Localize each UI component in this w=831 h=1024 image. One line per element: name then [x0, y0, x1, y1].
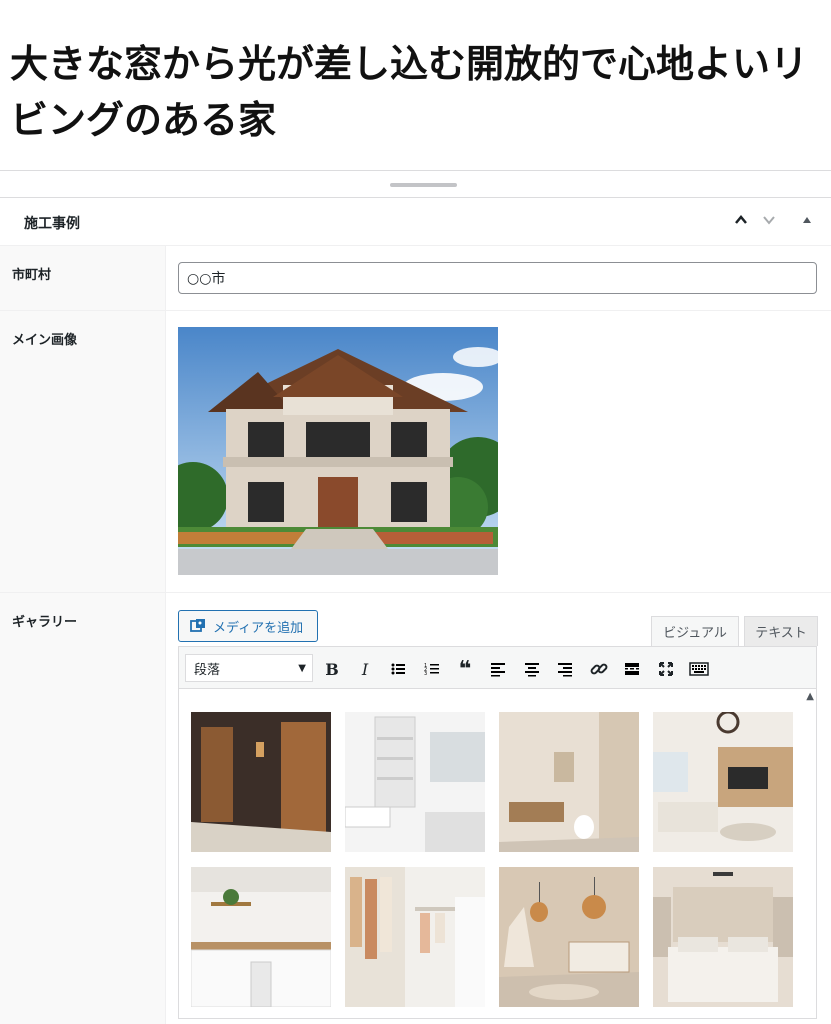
- add-media-button[interactable]: メディアを追加: [178, 610, 318, 642]
- field-label-main-image: メイン画像: [0, 311, 166, 592]
- italic-button[interactable]: I: [352, 656, 378, 682]
- tab-visual[interactable]: ビジュアル: [651, 616, 739, 646]
- bullet-list-icon: [391, 663, 405, 675]
- editor-resize-bar[interactable]: [0, 171, 831, 198]
- align-right-button[interactable]: [552, 656, 578, 682]
- scroll-up-icon[interactable]: ▲: [806, 691, 814, 702]
- keyboard-icon: [689, 662, 709, 676]
- triangle-up-icon: [803, 217, 811, 223]
- svg-text:3: 3: [424, 671, 427, 677]
- align-center-icon: [525, 663, 539, 677]
- gallery-image-closet[interactable]: [345, 867, 485, 1007]
- field-label-gallery: ギャラリー: [0, 593, 166, 1024]
- resize-handle[interactable]: [390, 183, 457, 187]
- field-label-city: 市町村: [0, 246, 166, 310]
- main-image[interactable]: [178, 327, 498, 575]
- chevron-up-icon: [735, 215, 747, 224]
- move-down-button[interactable]: [757, 208, 781, 232]
- city-input[interactable]: [178, 262, 817, 294]
- fullscreen-button[interactable]: [653, 656, 679, 682]
- format-select-value: 段落: [194, 662, 221, 678]
- metabox-header: 施工事例: [0, 198, 831, 245]
- gallery-image-toilet-room[interactable]: [499, 712, 639, 852]
- bullet-list-button[interactable]: [385, 656, 411, 682]
- format-select[interactable]: 段落 ▼: [185, 654, 313, 682]
- chevron-down-icon: [763, 216, 775, 225]
- read-more-icon: [625, 663, 639, 675]
- editor-toolbar: 段落 ▼ B I 123 ❝: [178, 646, 817, 689]
- tab-text[interactable]: テキスト: [744, 616, 818, 646]
- gallery-image-hallway[interactable]: [191, 712, 331, 852]
- editor-content-area[interactable]: ▲: [178, 689, 817, 1019]
- toolbar-toggle-button[interactable]: [686, 656, 712, 682]
- field-row-gallery: ギャラリー メディアを追加 ビジュアル テキスト 段落 ▼ B I 123 ❝: [0, 592, 831, 1024]
- link-button[interactable]: [586, 656, 612, 682]
- gallery-image-bedroom[interactable]: [653, 867, 793, 1007]
- media-icon: [190, 619, 205, 632]
- numbered-list-button[interactable]: 123: [419, 656, 445, 682]
- read-more-button[interactable]: [619, 656, 645, 682]
- align-right-icon: [558, 663, 572, 677]
- align-center-button[interactable]: [519, 656, 545, 682]
- move-up-button[interactable]: [729, 208, 753, 232]
- field-row-main-image: メイン画像: [0, 310, 831, 592]
- metabox-title: 施工事例: [24, 216, 80, 232]
- metabox-case-study: 施工事例 市町村 メイン画像: [0, 198, 831, 1024]
- post-title[interactable]: 大きな窓から光が差し込む開放的で心地よいリビングのある家: [10, 36, 825, 148]
- align-left-icon: [491, 663, 505, 677]
- toggle-panel-button[interactable]: [795, 208, 819, 232]
- fullscreen-icon: [659, 662, 673, 676]
- link-icon: [590, 663, 608, 675]
- blockquote-button[interactable]: ❝: [452, 656, 478, 682]
- gallery-image-living-room[interactable]: [653, 712, 793, 852]
- gallery-image-nursery[interactable]: [499, 867, 639, 1007]
- numbered-list-icon: 123: [424, 663, 439, 677]
- chevron-down-icon: ▼: [298, 663, 306, 674]
- gallery-image-washroom[interactable]: [345, 712, 485, 852]
- bold-button[interactable]: B: [319, 656, 345, 682]
- gallery-image-kitchen[interactable]: [191, 867, 331, 1007]
- field-row-city: 市町村: [0, 245, 831, 310]
- add-media-label: メディアを追加: [213, 619, 304, 635]
- align-left-button[interactable]: [485, 656, 511, 682]
